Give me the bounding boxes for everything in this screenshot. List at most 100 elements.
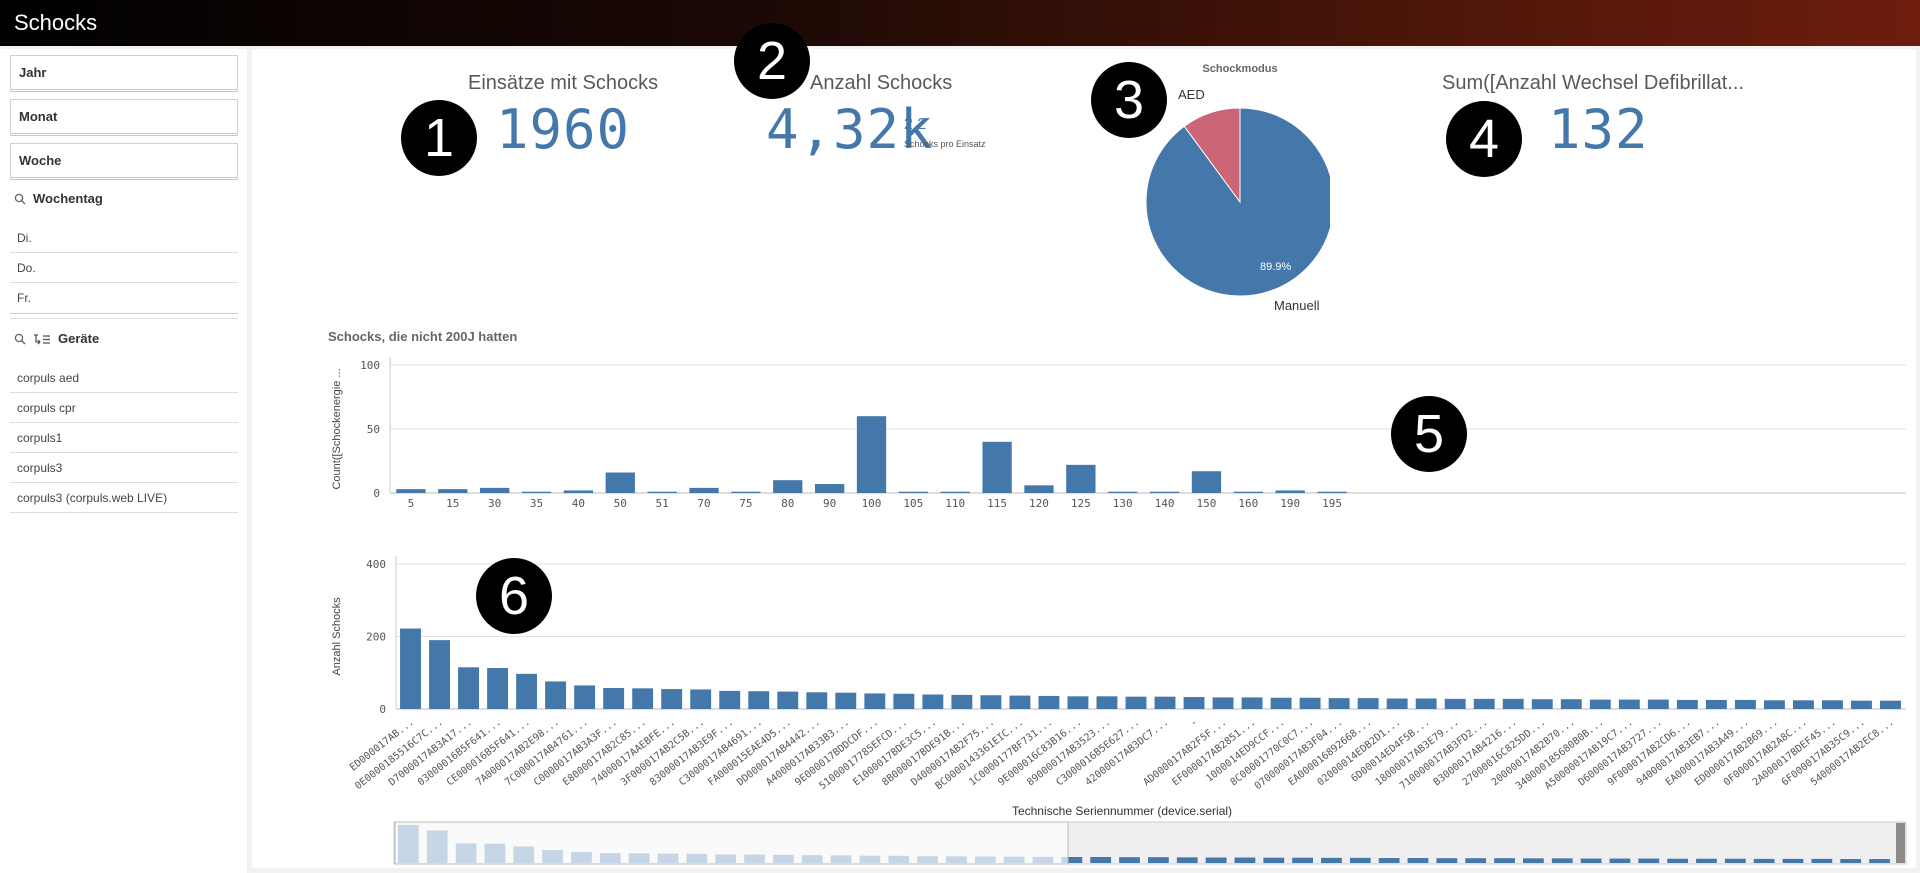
x-tick-label: 140 [1155,497,1175,510]
list-item-geraet[interactable]: corpuls3 [10,453,238,483]
scroll-preview-bar [1407,858,1429,863]
list-item-geraet[interactable]: corpuls cpr [10,393,238,423]
scroll-preview-bar [1465,858,1487,863]
filter-monat[interactable]: Monat [10,99,238,136]
bar [1531,699,1553,709]
bar [1822,700,1843,709]
list-item-wochentag[interactable]: Di. [10,223,238,253]
wochentag-label: Wochentag [33,191,103,206]
filter-woche[interactable]: Woche [10,143,238,180]
x-tick-label: 130 [1113,497,1133,510]
bar [719,690,741,709]
bar [1328,698,1350,709]
x-tick-label: 80 [781,497,794,510]
search-icon [14,193,26,204]
scroll-preview-bar [1523,858,1544,863]
scroll-preview-bar [1378,858,1400,863]
geraete-label: Geräte [58,331,100,346]
bar [1357,698,1379,709]
x-tick-label: 100 [862,497,882,510]
list-item-geraet[interactable]: corpuls3 (corpuls.web LIVE) [10,483,238,513]
bar [731,491,761,493]
kpi-wechsel-value: 132 [1548,98,1649,161]
bar [1066,464,1096,493]
scroll-preview-bar [1580,858,1602,863]
x-tick-label: 40 [572,497,585,510]
scroll-preview-bar [1292,857,1313,863]
kpi-anzahl-sub-label: Schocks pro Einsatz [904,139,986,149]
scroll-preview-bar [1263,857,1285,863]
bar [1241,697,1263,709]
bar [438,489,468,493]
bar [814,484,845,493]
list-item-geraet[interactable]: corpuls1 [10,423,238,453]
bar [1676,699,1698,709]
bar [690,689,712,709]
scroll-preview-bar [1119,857,1140,863]
bar [1317,491,1347,493]
bar [545,681,567,709]
x-tick-label: 70 [697,497,710,510]
bar [1880,700,1901,709]
filter-sidebar: Jahr Monat Woche Wochentag Di. Do. Fr. G… [0,49,247,873]
x-tick-label: 120 [1029,497,1049,510]
bar [748,691,770,709]
geraete-header[interactable]: Geräte [14,331,99,346]
scroll-preview-bar [1724,858,1746,863]
app-header: Schocks [0,0,1920,46]
bar [605,472,635,493]
pie-legend-label: AED [1178,87,1205,102]
bar [516,673,538,709]
bar [603,687,625,709]
scroll-preview-bar [1667,858,1688,863]
bar [1618,699,1640,709]
bar [893,693,915,709]
scroll-preview-bar [1811,858,1833,863]
bar [922,694,944,709]
bar [521,491,552,493]
x-tick-label: 75 [739,497,752,510]
bar [661,689,683,709]
x-tick-label: 51 [656,497,669,510]
scroll-preview-bar [1176,857,1198,863]
scroll-preview-bar [1436,858,1458,863]
bar [940,491,970,493]
bar [1275,490,1305,493]
scroll-preview-bar [1551,858,1573,863]
marker-badge-2: 2 [734,23,810,99]
x-tick-label: 150 [1197,497,1217,510]
bar [1125,696,1147,709]
x-tick-label: 125 [1071,497,1091,510]
y-tick-label: 400 [366,558,386,571]
bar [806,692,828,709]
energie-bar-chart[interactable]: 050100Count([Schockenergie ...5 15 30 35 40 5… [320,352,1910,522]
list-divider [10,313,238,319]
bar [777,691,799,709]
bar [1502,698,1524,709]
bar [1191,471,1222,493]
marker-badge-5: 5 [1391,396,1467,472]
wochentag-header[interactable]: Wochentag [14,191,103,206]
filter-jahr[interactable]: Jahr [10,55,238,92]
bar [1024,485,1054,493]
serial-bar-chart[interactable]: 0200400Anzahl SchocksED000017AB...0E0000… [320,552,1910,870]
bar [1233,491,1263,493]
list-item-wochentag[interactable]: Fr. [10,283,238,313]
scroll-selection [394,821,1069,865]
scroll-preview-bar [1148,857,1169,863]
bar [574,685,596,709]
bar [1473,698,1495,709]
scroll-preview-bar [1840,859,1862,863]
x-tick-label: 50 [614,497,627,510]
kpi-einsaetze-title: Einsätze mit Schocks [468,72,659,94]
bar [1183,697,1205,709]
pie-title: Schockmodus [1202,63,1277,75]
list-item-wochentag[interactable]: Do. [10,253,238,283]
scroll-preview-bar [1609,858,1631,863]
bar [1386,698,1408,709]
kpi-einsaetze-value: 1960 [496,98,631,161]
marker-badge-4: 4 [1446,101,1522,177]
bar [856,416,887,493]
list-item-geraet[interactable]: corpuls aed [10,363,238,393]
filter-jahr-label: Jahr [19,65,47,80]
